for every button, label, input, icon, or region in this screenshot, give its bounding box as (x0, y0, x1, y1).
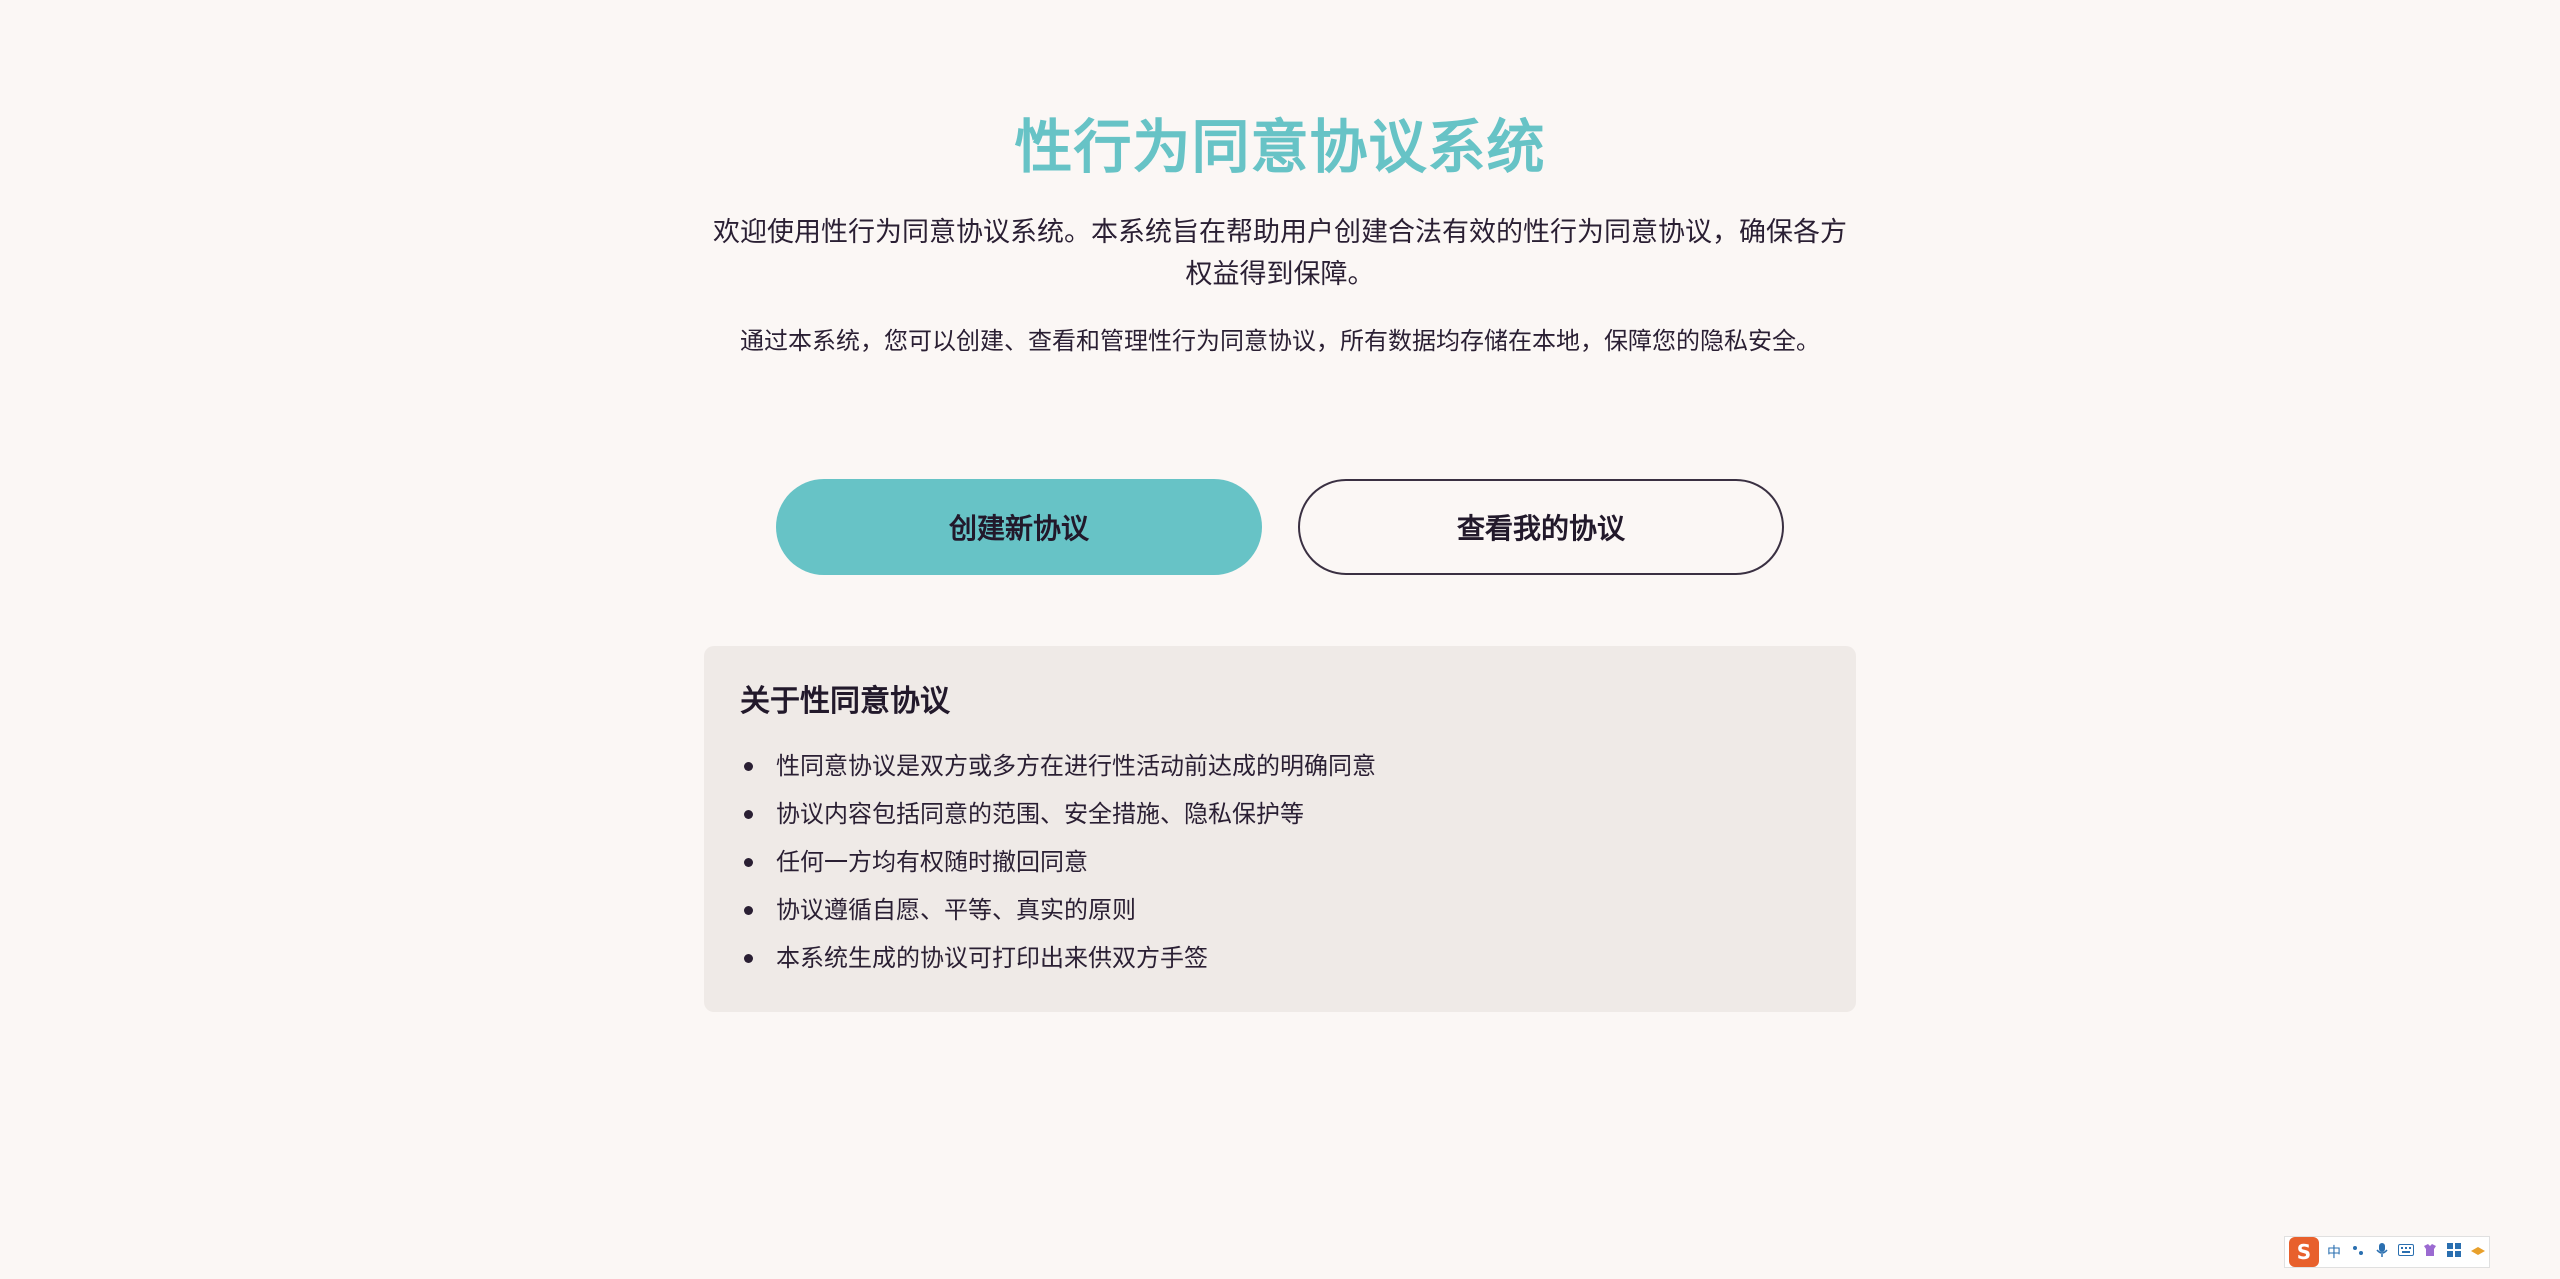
punctuation-icon[interactable] (2349, 1243, 2367, 1261)
list-item: 任何一方均有权随时撤回同意 (740, 838, 1820, 886)
grid-icon[interactable] (2445, 1243, 2463, 1261)
intro-text: 欢迎使用性行为同意协议系统。本系统旨在帮助用户创建合法有效的性行为同意协议，确保… (713, 217, 1847, 290)
view-agreements-button[interactable]: 查看我的协议 (1298, 479, 1784, 575)
create-agreement-button[interactable]: 创建新协议 (776, 479, 1262, 575)
page-title: 性行为同意协议系统 (1014, 113, 1546, 181)
list-item: 协议遵循自愿、平等、真实的原则 (740, 886, 1820, 934)
skin-icon[interactable] (2421, 1243, 2439, 1261)
about-panel: 关于性同意协议 性同意协议是双方或多方在进行性活动前达成的明确同意 协议内容包括… (704, 646, 1856, 1012)
list-item: 本系统生成的协议可打印出来供双方手签 (740, 934, 1820, 982)
keyboard-icon[interactable] (2397, 1244, 2415, 1260)
more-icon[interactable] (2469, 1244, 2487, 1260)
ime-toolbar[interactable]: S 中 (2284, 1236, 2490, 1268)
microphone-icon[interactable] (2373, 1242, 2391, 1262)
page: 性行为同意协议系统 欢迎使用性行为同意协议系统。本系统旨在帮助用户创建合法有效的… (0, 0, 2560, 1279)
ime-language-toggle[interactable]: 中 (2325, 1242, 2343, 1262)
list-item: 协议内容包括同意的范围、安全措施、隐私保护等 (740, 790, 1820, 838)
ime-logo-icon[interactable]: S (2289, 1237, 2319, 1267)
about-list: 性同意协议是双方或多方在进行性活动前达成的明确同意 协议内容包括同意的范围、安全… (740, 742, 1820, 982)
list-item: 性同意协议是双方或多方在进行性活动前达成的明确同意 (740, 742, 1820, 790)
intro-secondary-text: 通过本系统，您可以创建、查看和管理性行为同意协议，所有数据均存储在本地，保障您的… (740, 327, 1820, 355)
about-heading: 关于性同意协议 (740, 684, 950, 719)
